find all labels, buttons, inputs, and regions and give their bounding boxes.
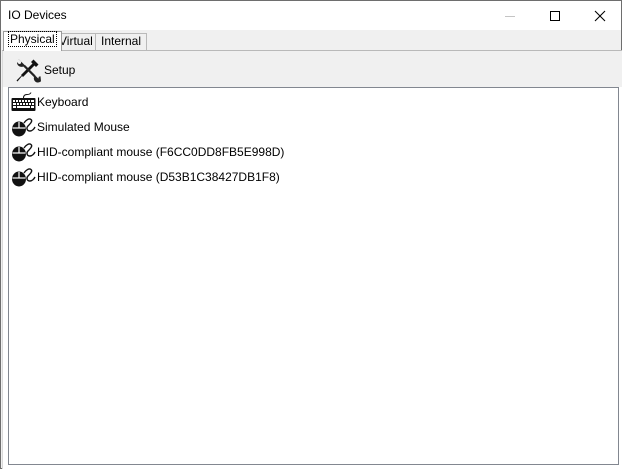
mouse-icon: [12, 168, 36, 187]
mouse-icon: [12, 143, 36, 162]
physical-tab-panel: Setup Keyboard Simulated Mouse HID-compl…: [2, 51, 622, 469]
close-icon: [594, 10, 606, 21]
device-label: HID-compliant mouse (D53B1C38427DB1F8): [37, 170, 280, 184]
maximize-button[interactable]: [532, 1, 578, 30]
setup-label: Setup: [44, 63, 76, 77]
device-list[interactable]: Keyboard Simulated Mouse HID-compliant m…: [8, 87, 619, 465]
minimize-icon: [505, 15, 515, 17]
device-item-simulated-mouse[interactable]: Simulated Mouse: [11, 116, 130, 138]
tab-internal-label: Internal: [101, 34, 142, 48]
window-title: IO Devices: [8, 8, 67, 22]
tab-physical-label: Physical: [8, 31, 57, 47]
tab-virtual-label: Virtual: [59, 34, 93, 48]
device-item-hid-mouse-2[interactable]: HID-compliant mouse (D53B1C38427DB1F8): [11, 166, 280, 188]
wrench-screwdriver-icon: [16, 59, 41, 83]
device-label: HID-compliant mouse (F6CC0DD8FB5E998D): [37, 145, 285, 159]
device-item-keyboard[interactable]: Keyboard: [11, 91, 88, 113]
tab-physical[interactable]: Physical: [3, 31, 62, 51]
tab-internal[interactable]: Internal: [95, 33, 148, 50]
minimize-button[interactable]: [487, 1, 533, 30]
device-label: Keyboard: [37, 95, 89, 109]
device-label: Simulated Mouse: [37, 120, 130, 134]
title-bar[interactable]: IO Devices: [1, 1, 621, 30]
device-item-hid-mouse-1[interactable]: HID-compliant mouse (F6CC0DD8FB5E998D): [11, 141, 284, 163]
maximize-icon: [550, 10, 560, 21]
setup-button[interactable]: Setup: [14, 57, 75, 83]
mouse-icon: [12, 118, 36, 137]
tab-strip: Physical Virtual Internal: [1, 30, 621, 51]
toolbar: Setup: [3, 51, 622, 87]
keyboard-icon: [11, 92, 36, 111]
io-devices-window: IO Devices Physical Virtual Internal Set…: [0, 0, 622, 469]
close-button[interactable]: [577, 1, 622, 30]
